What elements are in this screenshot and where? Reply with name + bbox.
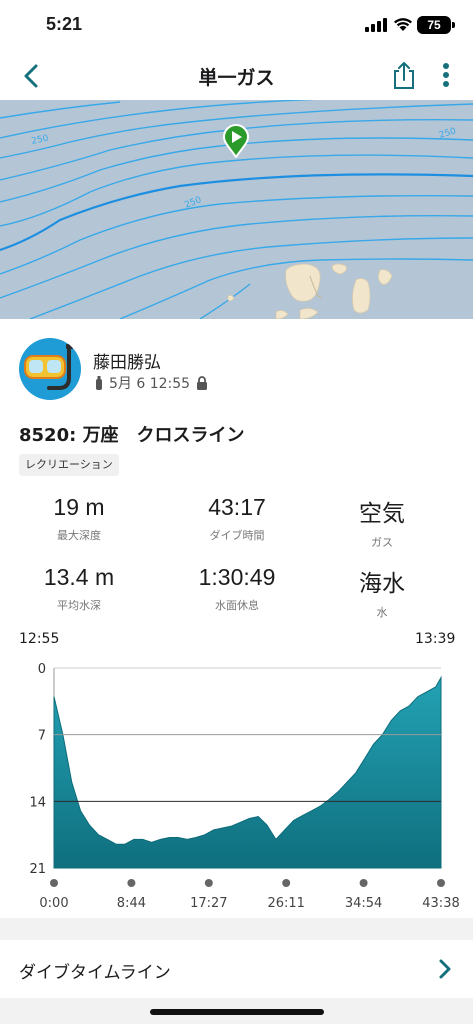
stat-gas: 空気 ガス	[303, 494, 461, 550]
x-tick-dot	[50, 879, 58, 887]
status-time: 5:21	[46, 14, 83, 34]
dive-meta: 5月 6 12:55	[95, 373, 208, 393]
share-icon[interactable]	[390, 60, 418, 90]
chevron-right-icon	[439, 959, 451, 979]
user-name: 藤田勝弘	[93, 353, 161, 373]
cellular-signal-icon	[365, 18, 387, 32]
dive-date: 5月 6 12:55	[109, 376, 191, 392]
stat-dive-time: 43:17 ダイブ時間	[158, 494, 316, 543]
x-tick-label: 8:44	[117, 896, 146, 911]
dive-site-map[interactable]: 250 250 250	[0, 100, 473, 319]
x-tick-dot	[437, 879, 445, 887]
nav-bar: 単一ガス	[0, 50, 473, 100]
depth-profile-chart[interactable]: 0 7 14 21 0:00 8:44 17:27 26:11 34:54 43:38	[0, 650, 473, 915]
stat-water-type: 海水 水	[303, 564, 461, 620]
y-tick-label: 21	[29, 862, 46, 877]
status-bar: 5:21 75	[0, 0, 473, 48]
stat-avg-depth: 13.4 m 平均水深	[0, 564, 158, 613]
tank-icon	[96, 376, 102, 390]
stat-label: 水	[376, 606, 388, 619]
lock-icon	[197, 376, 208, 390]
diving-mask-icon	[24, 344, 73, 390]
x-tick-label: 17:27	[190, 896, 227, 911]
x-tick-dot	[204, 879, 213, 887]
x-tick-label: 34:54	[345, 896, 382, 911]
x-tick-dot	[282, 879, 291, 887]
x-tick-dot	[127, 879, 136, 887]
dive-timeline-row[interactable]: ダイブタイムライン	[0, 940, 473, 998]
stat-label: ダイブ時間	[209, 529, 265, 542]
dive-start-marker-icon[interactable]	[222, 124, 250, 158]
stat-label: 最大深度	[57, 529, 101, 542]
stat-value: 海水	[359, 570, 405, 596]
contour-label: 250	[31, 134, 50, 147]
stat-value: 1:30:49	[198, 564, 276, 590]
chart-end-time: 13:39	[415, 631, 456, 647]
stat-label: ガス	[371, 536, 393, 549]
battery-tip	[452, 22, 455, 28]
x-tick-dot	[359, 879, 368, 887]
y-tick-label: 0	[38, 662, 46, 677]
dive-timeline-label: ダイブタイムライン	[19, 963, 171, 983]
x-tick-label: 0:00	[39, 896, 68, 911]
stat-label: 水面休息	[215, 599, 259, 612]
x-tick-label: 43:38	[422, 896, 459, 911]
battery-indicator: 75	[417, 16, 451, 34]
stat-max-depth: 19 m 最大深度	[0, 494, 158, 543]
home-indicator[interactable]	[150, 1009, 324, 1015]
stat-label: 平均水深	[57, 599, 101, 612]
depth-area	[53, 675, 442, 869]
x-tick-label: 26:11	[267, 896, 304, 911]
stat-value: 13.4 m	[43, 564, 115, 590]
y-tick-label: 7	[38, 729, 46, 744]
stat-value: 空気	[359, 500, 405, 526]
section-divider	[0, 918, 473, 940]
activity-tag: レクリエーション	[19, 454, 119, 476]
stat-value: 43:17	[208, 494, 266, 520]
stat-value: 19 m	[53, 494, 105, 520]
wifi-icon	[394, 18, 412, 31]
y-tick-label: 14	[29, 795, 46, 810]
chart-start-time: 12:55	[19, 631, 60, 647]
avatar[interactable]	[19, 338, 81, 400]
dive-title: 8520: 万座 クロスライン	[19, 425, 245, 446]
more-options-icon[interactable]	[436, 60, 456, 90]
stat-surface-interval: 1:30:49 水面休息	[158, 564, 316, 613]
